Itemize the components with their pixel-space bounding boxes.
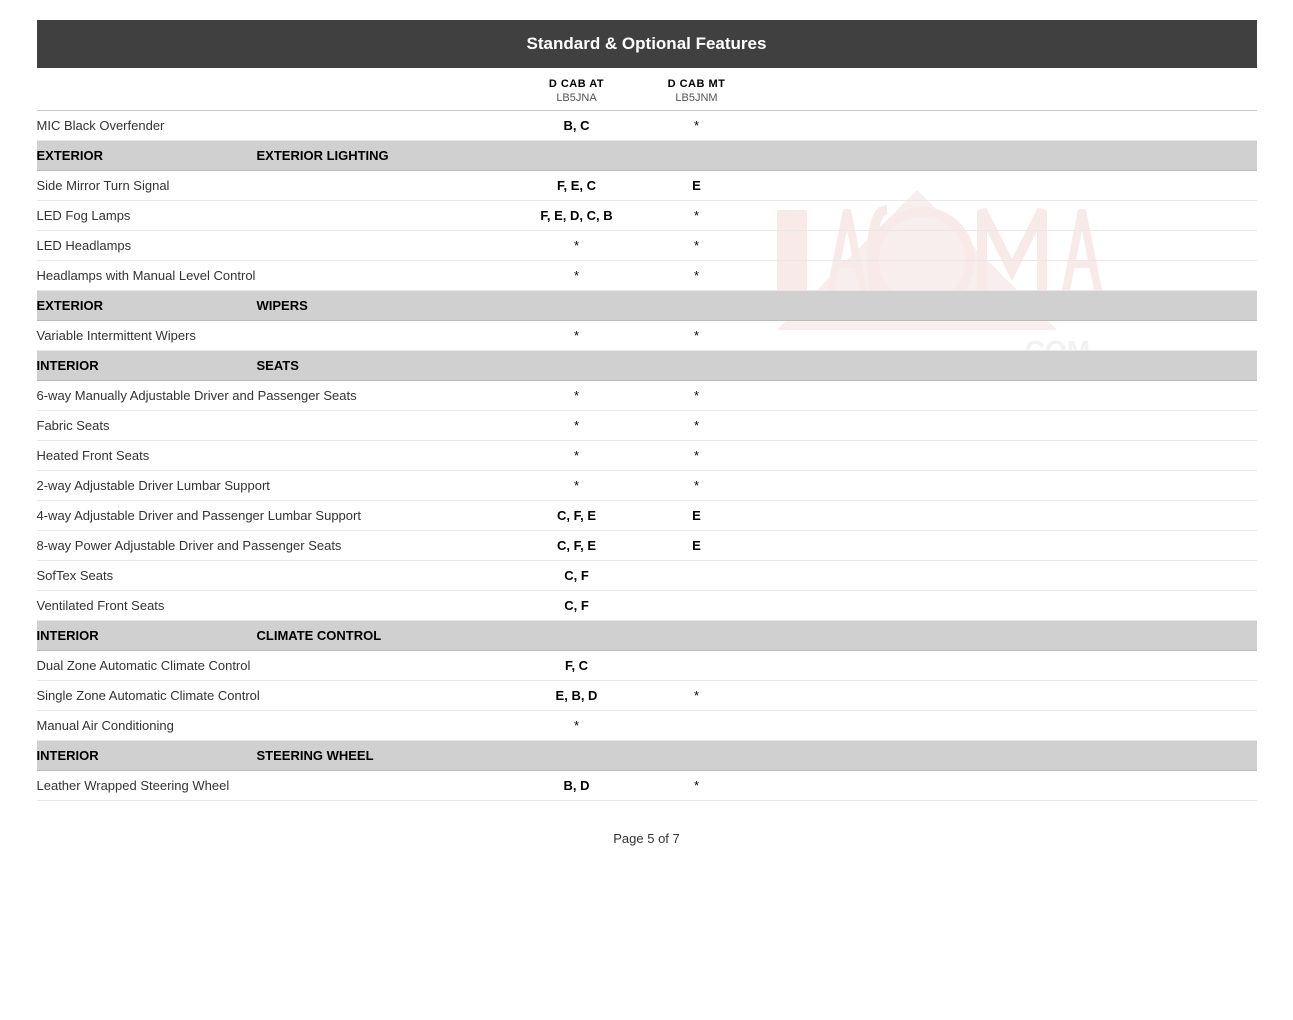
- dcabat-value: E, B, D: [517, 688, 637, 703]
- page-header: Standard & Optional Features: [37, 20, 1257, 68]
- dcabat-code: LB5JNA: [517, 92, 637, 104]
- section-header: EXTERIORWIPERS: [37, 291, 1257, 321]
- dcabat-value: B, D: [517, 778, 637, 793]
- dcabat-value: C, F: [517, 568, 637, 583]
- section-header: INTERIORCLIMATE CONTROL: [37, 621, 1257, 651]
- dcabat-value: *: [517, 388, 637, 403]
- dcabmt-value: *: [637, 388, 757, 403]
- table-row: Dual Zone Automatic Climate ControlF, C: [37, 651, 1257, 681]
- content: Standard & Optional Features D CAB AT LB…: [37, 20, 1257, 866]
- table-row: LED Fog LampsF, E, D, C, B*: [37, 201, 1257, 231]
- page-footer: Page 5 of 7: [37, 831, 1257, 866]
- table-row: Variable Intermittent Wipers**: [37, 321, 1257, 351]
- section-category: EXTERIOR: [37, 298, 257, 313]
- section-category: INTERIOR: [37, 628, 257, 643]
- dcabmt-value: *: [637, 328, 757, 343]
- table-row: Single Zone Automatic Climate ControlE, …: [37, 681, 1257, 711]
- dcabmt-value: E: [637, 508, 757, 523]
- table-row: 8-way Power Adjustable Driver and Passen…: [37, 531, 1257, 561]
- table-row: Fabric Seats**: [37, 411, 1257, 441]
- table-row: Side Mirror Turn SignalF, E, CE: [37, 171, 1257, 201]
- feature-name: Ventilated Front Seats: [37, 598, 517, 613]
- feature-name: Heated Front Seats: [37, 448, 517, 463]
- feature-name: MIC Black Overfender: [37, 118, 517, 133]
- dcabmt-value: *: [637, 688, 757, 703]
- dcabmt-value: *: [637, 118, 757, 133]
- section-category: INTERIOR: [37, 748, 257, 763]
- dcabat-value: *: [517, 328, 637, 343]
- dcabat-value: C, F, E: [517, 538, 637, 553]
- feature-name: LED Fog Lamps: [37, 208, 517, 223]
- dcabmt-value: *: [637, 268, 757, 283]
- dcabat-col-header: D CAB AT LB5JNA: [517, 78, 637, 104]
- feature-name: LED Headlamps: [37, 238, 517, 253]
- dcabmt-value: E: [637, 538, 757, 553]
- feature-name: Dual Zone Automatic Climate Control: [37, 658, 517, 673]
- section-subcategory: STEERING WHEEL: [257, 748, 374, 763]
- dcabat-value: *: [517, 718, 637, 733]
- section-category: EXTERIOR: [37, 148, 257, 163]
- dcabat-value: C, F: [517, 598, 637, 613]
- feature-name: Variable Intermittent Wipers: [37, 328, 517, 343]
- dcabmt-col-header: D CAB MT LB5JNM: [637, 78, 757, 104]
- dcabat-value: *: [517, 238, 637, 253]
- table-row: MIC Black OverfenderB, C*: [37, 111, 1257, 141]
- section-header: INTERIORSEATS: [37, 351, 1257, 381]
- feature-name: Single Zone Automatic Climate Control: [37, 688, 517, 703]
- page-title: Standard & Optional Features: [527, 34, 767, 53]
- dcabmt-value: *: [637, 448, 757, 463]
- section-subcategory: WIPERS: [257, 298, 308, 313]
- feature-name: SofTex Seats: [37, 568, 517, 583]
- section-category: INTERIOR: [37, 358, 257, 373]
- table-row: SofTex SeatsC, F: [37, 561, 1257, 591]
- section-subcategory: SEATS: [257, 358, 299, 373]
- dcabat-value: *: [517, 268, 637, 283]
- table-row: LED Headlamps**: [37, 231, 1257, 261]
- feature-name: Headlamps with Manual Level Control: [37, 268, 517, 283]
- page-number: Page 5 of 7: [613, 831, 680, 846]
- dcabat-label: D CAB AT: [517, 78, 637, 90]
- feature-name: 2-way Adjustable Driver Lumbar Support: [37, 478, 517, 493]
- sections-container: MIC Black OverfenderB, C*EXTERIOREXTERIO…: [37, 111, 1257, 801]
- table-row: Headlamps with Manual Level Control**: [37, 261, 1257, 291]
- table-row: 2-way Adjustable Driver Lumbar Support**: [37, 471, 1257, 501]
- table-row: 6-way Manually Adjustable Driver and Pas…: [37, 381, 1257, 411]
- section-header: INTERIORSTEERING WHEEL: [37, 741, 1257, 771]
- table-row: Heated Front Seats**: [37, 441, 1257, 471]
- dcabat-value: *: [517, 418, 637, 433]
- dcabmt-value: E: [637, 178, 757, 193]
- dcabat-value: *: [517, 448, 637, 463]
- dcabat-value: F, E, D, C, B: [517, 208, 637, 223]
- table-row: Leather Wrapped Steering WheelB, D*: [37, 771, 1257, 801]
- table-row: 4-way Adjustable Driver and Passenger Lu…: [37, 501, 1257, 531]
- feature-name: Side Mirror Turn Signal: [37, 178, 517, 193]
- dcabmt-value: *: [637, 238, 757, 253]
- feature-name: Fabric Seats: [37, 418, 517, 433]
- dcabmt-value: *: [637, 778, 757, 793]
- feature-name: 8-way Power Adjustable Driver and Passen…: [37, 538, 517, 553]
- dcabat-value: F, E, C: [517, 178, 637, 193]
- dcabmt-code: LB5JNM: [637, 92, 757, 104]
- section-header: EXTERIOREXTERIOR LIGHTING: [37, 141, 1257, 171]
- feature-name: Manual Air Conditioning: [37, 718, 517, 733]
- dcabat-value: C, F, E: [517, 508, 637, 523]
- table-row: Manual Air Conditioning*: [37, 711, 1257, 741]
- dcabmt-value: *: [637, 418, 757, 433]
- dcabat-value: F, C: [517, 658, 637, 673]
- dcabmt-label: D CAB MT: [637, 78, 757, 90]
- section-subcategory: CLIMATE CONTROL: [257, 628, 382, 643]
- section-subcategory: EXTERIOR LIGHTING: [257, 148, 389, 163]
- dcabmt-value: *: [637, 208, 757, 223]
- feature-name: Leather Wrapped Steering Wheel: [37, 778, 517, 793]
- feature-name: 6-way Manually Adjustable Driver and Pas…: [37, 388, 517, 403]
- table-row: Ventilated Front SeatsC, F: [37, 591, 1257, 621]
- dcabat-value: B, C: [517, 118, 637, 133]
- column-headers: D CAB AT LB5JNA D CAB MT LB5JNM: [37, 68, 1257, 111]
- dcabmt-value: *: [637, 478, 757, 493]
- feature-name: 4-way Adjustable Driver and Passenger Lu…: [37, 508, 517, 523]
- dcabat-value: *: [517, 478, 637, 493]
